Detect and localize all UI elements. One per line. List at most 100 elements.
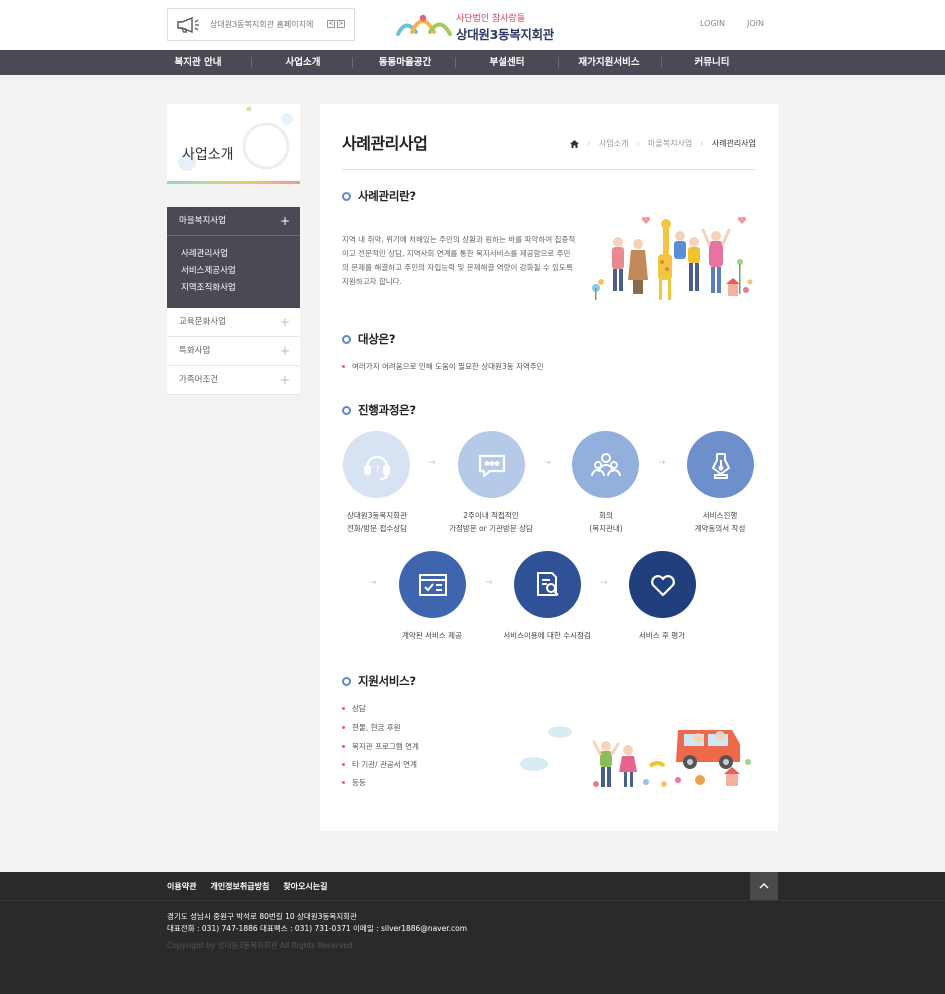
- bullet-dot: [342, 365, 345, 368]
- step-label-line: 2주이내 직접적인: [463, 511, 519, 520]
- main-content: 사례관리사업 › 사업소개 › 마을복지사업 › 사례관리사업 사례관리란? 지…: [320, 104, 778, 831]
- plus-icon: +: [279, 344, 290, 358]
- list-item: 복지관 프로그램 연계: [342, 741, 419, 752]
- sidebar-submenu: 사례관리사업 서비스제공사업 지역조직화사업: [167, 236, 300, 308]
- footer-link-privacy[interactable]: 개인정보취급방침: [210, 881, 269, 892]
- breadcrumb-item[interactable]: 사업소개: [599, 138, 628, 149]
- minus-icon: +: [279, 214, 290, 228]
- circle-bullet-icon: [342, 191, 351, 201]
- site-footer: 이용약관 개인정보취급방침 찾아오시는길 경기도 성남시 중원구 박석로 80번…: [0, 872, 945, 994]
- footer-address-block: 경기도 성남시 중원구 박석로 80번길 10 상대원3동복지회관 대표전화 :…: [167, 911, 467, 935]
- scroll-to-top-button[interactable]: [750, 872, 778, 900]
- nav-item-community[interactable]: 커뮤니티: [662, 50, 762, 75]
- section-heading: 진행과정은?: [342, 402, 416, 418]
- nav-divider: [251, 57, 252, 68]
- list-item: 상담: [342, 703, 366, 714]
- circle-bullet-icon: [342, 334, 351, 344]
- notice-next-button[interactable]: >: [337, 20, 345, 28]
- section-heading-text: 사례관리란?: [358, 189, 416, 203]
- section-heading-text: 대상은?: [358, 332, 396, 346]
- nav-item-welfare-info[interactable]: 복지관 안내: [148, 50, 248, 75]
- step-1-circle: ?: [343, 431, 410, 498]
- footer-link-directions[interactable]: 찾아오시는길: [283, 881, 327, 892]
- logo-subtitle: 사단법인 참사랑들: [456, 14, 526, 24]
- step-6-circle: [514, 551, 581, 618]
- step-label-line: 회의: [599, 511, 613, 520]
- sidebar-sub-community-organizing[interactable]: 지역조직화사업: [181, 280, 300, 297]
- sidebar-item-education[interactable]: 교육문화사업 +: [167, 308, 300, 337]
- megaphone-icon: [177, 17, 199, 33]
- bullet-dot: [342, 781, 345, 784]
- list-item: 타 기관/ 관공서 연계: [342, 759, 417, 770]
- footer-link-terms[interactable]: 이용약관: [167, 881, 196, 892]
- plus-icon: +: [279, 373, 290, 387]
- list-item: 등등: [342, 777, 366, 788]
- arrow-right-icon: →: [428, 458, 436, 468]
- title-divider: [342, 169, 756, 170]
- step-4-circle: [687, 431, 754, 498]
- bullet-dot: [342, 707, 345, 710]
- breadcrumb-current: 사례관리사업: [711, 139, 756, 148]
- step-label-line: 서비스진행: [702, 511, 738, 520]
- circle-bullet-icon: [342, 676, 351, 686]
- chevron-right-icon: ›: [587, 138, 591, 149]
- login-link[interactable]: LOGIN: [700, 19, 725, 28]
- nav-item-village-space[interactable]: 동동마을공간: [355, 50, 455, 75]
- sidebar-item-special[interactable]: 특화사업 +: [167, 337, 300, 366]
- footer-copyright: Copyright by 상대원3동복지회관 All Rights Reserv…: [167, 941, 355, 950]
- svg-text:?: ?: [375, 465, 380, 475]
- join-link[interactable]: JOIN: [747, 19, 764, 28]
- breadcrumb: › 사업소개 › 마을복지사업 › 사례관리사업: [570, 138, 756, 149]
- notice-text[interactable]: 상대원3동복지회관 홈페이지에: [210, 19, 313, 30]
- step-2-label: 2주이내 직접적인 가정방문 or 기관방문 상담: [426, 510, 556, 535]
- arrow-right-icon: →: [485, 578, 493, 588]
- heart-icon: [650, 574, 675, 596]
- pen-icon: [711, 452, 730, 479]
- step-label-line: 상대원3동복지회관: [347, 511, 407, 520]
- nav-divider: [352, 57, 353, 68]
- meeting-icon: [590, 452, 621, 476]
- document-search-icon: [536, 571, 559, 596]
- nav-item-centers[interactable]: 부설센터: [457, 50, 557, 75]
- chevron-right-icon: ›: [636, 138, 641, 149]
- breadcrumb-item[interactable]: 마을복지사업: [648, 138, 692, 149]
- sidebar-sub-case-management[interactable]: 사례관리사업: [181, 246, 300, 263]
- step-5-label: 계약된 서비스 제공: [402, 631, 462, 640]
- nav-item-business[interactable]: 사업소개: [253, 50, 353, 75]
- sidebar-item-family[interactable]: 가족어조건 +: [167, 366, 300, 395]
- sidebar-menu: 마을복지사업 + 사례관리사업 서비스제공사업 지역조직화사업 교육문화사업 +…: [167, 207, 300, 395]
- page-title: 사례관리사업: [342, 134, 428, 153]
- site-header: 상대원3동복지회관 홈페이지에 < > 사단법인 참사랑들 상대원3동복지회관 …: [0, 0, 945, 50]
- section-heading: 지원서비스?: [342, 673, 416, 689]
- headset-icon: ?: [363, 455, 390, 480]
- sidebar-item-village-welfare[interactable]: 마을복지사업 +: [167, 207, 300, 236]
- notice-banner[interactable]: 상대원3동복지회관 홈페이지에 < >: [167, 8, 355, 41]
- step-label-line: (복지관내): [589, 523, 623, 533]
- main-nav: 복지관 안내 사업소개 동동마을공간 부설센터 재가지원서비스 커뮤니티: [0, 50, 945, 75]
- nav-item-home-support[interactable]: 재가지원서비스: [559, 50, 659, 75]
- step-label-line: 전화/방문 접수상담: [346, 523, 408, 533]
- list-item-text: 현물, 현금 후원: [352, 723, 401, 732]
- window-icon: [418, 573, 447, 596]
- arrow-right-icon: →: [600, 578, 608, 588]
- home-icon[interactable]: [570, 139, 580, 148]
- step-6-label: 서비스이용에 대한 수시점검: [503, 631, 591, 640]
- sidebar-sub-service-provision[interactable]: 서비스제공사업: [181, 263, 300, 280]
- bullet-dot: [342, 726, 345, 729]
- step-label-line: 계약동의서 작성: [694, 523, 746, 533]
- sidebar-item-label: 가족어조건: [179, 375, 219, 385]
- case-management-description: 지역 내 취약, 위기에 처해있는 주민의 상황과 원하는 바를 파악하여 집중…: [342, 235, 576, 286]
- list-item: 현물, 현금 후원: [342, 722, 401, 733]
- section-heading: 사례관리란?: [342, 188, 416, 204]
- arrow-right-icon: →: [369, 578, 377, 588]
- site-logo[interactable]: 사단법인 참사랑들 상대원3동복지회관: [396, 10, 556, 42]
- step-1-label: 상대원3동복지회관 전화/방문 접수상담: [312, 510, 442, 535]
- step-7-circle: [629, 551, 696, 618]
- step-7-label: 서비스 후 평가: [638, 631, 686, 640]
- notice-prev-button[interactable]: <: [327, 20, 335, 28]
- sidebar-item-label: 특화사업: [179, 346, 211, 356]
- sidebar-item-label: 교육문화사업: [179, 317, 226, 327]
- people-with-giraffe-illustration: [592, 216, 753, 300]
- circle-bullet-icon: [342, 405, 351, 415]
- bullet-dot: [342, 763, 345, 766]
